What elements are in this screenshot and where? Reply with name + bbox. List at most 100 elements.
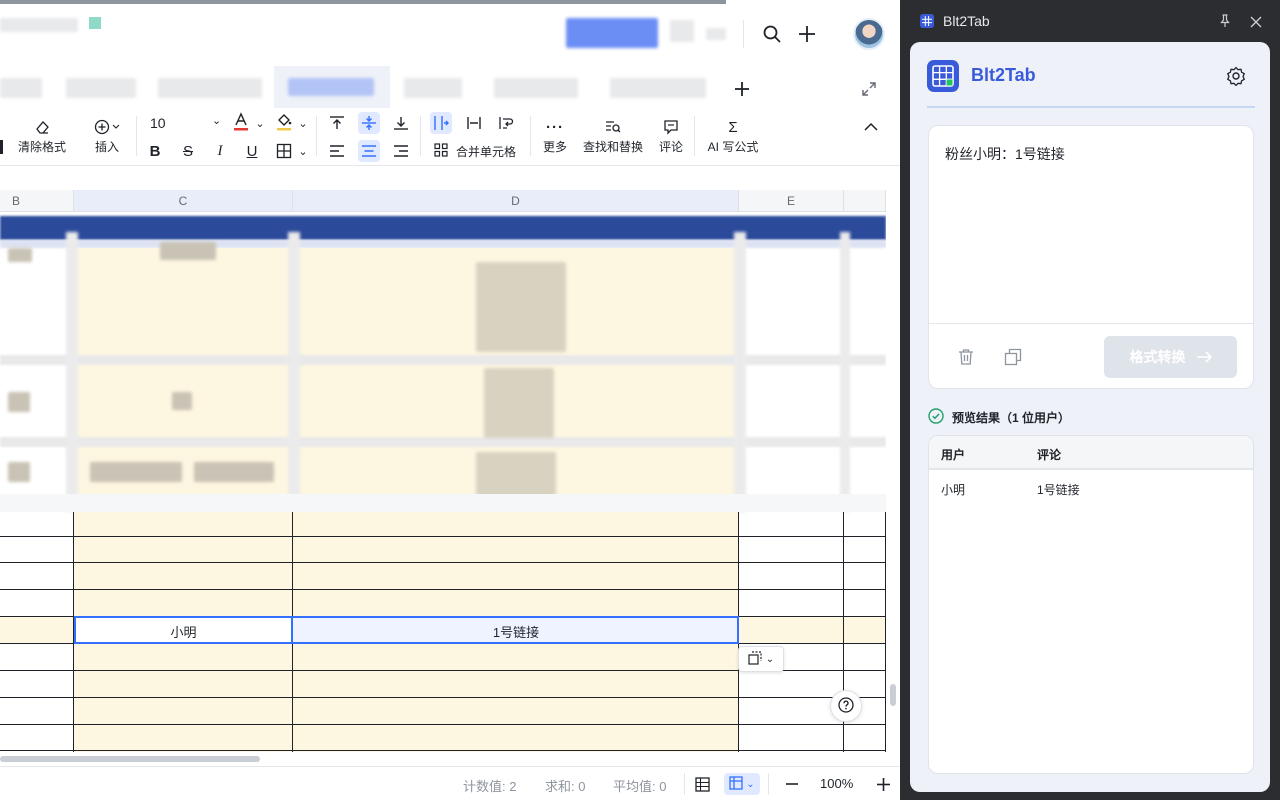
align-right-icon[interactable] <box>390 140 412 162</box>
convert-button[interactable]: 格式转换 <box>1104 336 1237 378</box>
trash-icon[interactable] <box>957 348 975 366</box>
extension-titlebar: Blt2Tab <box>900 0 1280 42</box>
sheet-tab-active[interactable] <box>274 66 390 108</box>
wrap-text-icon[interactable] <box>495 112 517 134</box>
italic-icon[interactable]: I <box>209 140 231 162</box>
column-header-f[interactable] <box>844 190 886 212</box>
spreadsheet-grid[interactable]: 小明 1号链接 ⌄ <box>0 212 886 752</box>
help-button[interactable] <box>830 690 862 722</box>
merge-cells-button[interactable]: 合并单元格 <box>434 143 516 160</box>
collapse-toolbar-icon[interactable] <box>862 118 880 136</box>
vertical-scrollbar[interactable] <box>890 684 896 706</box>
align-center-icon[interactable] <box>358 140 380 162</box>
blurred-cell <box>484 368 554 438</box>
chevron-down-icon[interactable]: ⌄ <box>249 112 271 134</box>
share-button-blurred[interactable] <box>566 18 658 48</box>
col-line <box>885 512 886 752</box>
sheet-tab[interactable] <box>494 78 578 98</box>
sheet-tab[interactable] <box>158 78 262 98</box>
divider <box>694 116 695 156</box>
find-replace-icon <box>605 116 621 138</box>
input-text: 粉丝小明：1号链接 <box>945 146 1065 162</box>
blurred-col-divider <box>840 232 850 512</box>
close-icon[interactable] <box>1250 15 1262 28</box>
merge-cells-icon <box>434 143 448 160</box>
sheet-tab[interactable] <box>66 78 136 98</box>
blurred-cell <box>90 462 182 482</box>
strikethrough-icon[interactable]: S <box>177 140 199 162</box>
top-action-blurred[interactable] <box>670 20 694 42</box>
bold-icon[interactable]: B <box>144 140 166 162</box>
find-replace-label: 查找和替换 <box>582 140 643 154</box>
extension-body: Blt2Tab 粉丝小明：1号链接 格式转换 预览结果（1 位用户） 用户 评论… <box>910 42 1270 792</box>
window-title: Blt2Tab <box>943 13 990 29</box>
table-row: 小明 1号链接 <box>929 472 1253 504</box>
row-line <box>0 697 886 698</box>
ai-formula-button[interactable]: Σ AI 写公式 <box>704 116 762 155</box>
pin-icon[interactable] <box>1218 14 1232 28</box>
blurred-cell <box>194 462 274 482</box>
cell-comment: 1号链接 <box>492 625 540 640</box>
align-middle-icon[interactable] <box>358 112 380 134</box>
comment-button[interactable]: 评论 <box>656 116 686 155</box>
paste-options-button[interactable]: ⌄ <box>738 646 784 672</box>
column-header-b[interactable]: B <box>0 190 74 212</box>
align-left-icon[interactable] <box>326 140 348 162</box>
sheet-tab[interactable] <box>404 78 462 98</box>
blurred-col-divider <box>288 232 300 512</box>
blurred-row-divider <box>0 437 886 447</box>
settings-icon[interactable] <box>1226 66 1246 87</box>
align-top-icon[interactable] <box>326 112 348 134</box>
zoom-level[interactable]: 100% <box>820 776 853 791</box>
add-sheet-icon[interactable] <box>731 78 753 100</box>
blurred-cell <box>8 392 30 412</box>
preview-label: 预览结果（1 位用户） <box>952 411 1071 425</box>
align-bottom-icon[interactable] <box>390 112 412 134</box>
add-icon[interactable] <box>795 22 819 46</box>
more-button[interactable]: ··· 更多 <box>540 116 570 155</box>
freeze-view-button[interactable]: ⌄ <box>724 773 760 795</box>
grid-view-icon[interactable] <box>693 775 711 793</box>
column-label: D <box>511 193 520 208</box>
status-sum: 求和: 0 <box>545 779 586 794</box>
column-header-c[interactable]: C <box>74 190 293 212</box>
sheet-tab[interactable] <box>0 78 42 98</box>
row-comment: 1号链接 <box>1037 483 1080 497</box>
toolbar-edge-marker <box>0 140 3 154</box>
freeze-column-icon[interactable] <box>430 112 452 134</box>
more-icon: ··· <box>546 118 564 136</box>
column-label: E <box>786 193 795 208</box>
column-header-d[interactable]: D <box>293 190 739 212</box>
divider <box>420 116 421 156</box>
horizontal-scrollbar[interactable] <box>0 756 260 762</box>
column-header-e[interactable]: E <box>739 190 844 212</box>
spreadsheet-app: 清除格式 插入 10 ⌄ ⌄ ⌄ B S I U ⌄ 合并单元格 ··· 更多 … <box>0 0 900 800</box>
comment-label: 评论 <box>658 140 683 154</box>
zoom-in-icon[interactable] <box>874 775 892 793</box>
chevron-down-icon[interactable]: ⌄ <box>292 112 314 134</box>
chevron-down-icon[interactable]: ⌄ <box>292 140 314 162</box>
expand-icon[interactable] <box>860 80 878 98</box>
chevron-down-icon: ⌄ <box>212 115 222 127</box>
font-size-value: 10 <box>150 115 166 131</box>
sheet-tab[interactable] <box>610 78 706 98</box>
blurred-cell <box>172 392 192 410</box>
zoom-out-icon[interactable] <box>783 775 801 793</box>
comment-icon <box>663 116 679 138</box>
header-band-shadow <box>0 240 886 248</box>
row-user: 小明 <box>941 483 966 497</box>
document-title-blurred <box>0 18 78 32</box>
font-size-select[interactable]: 10 ⌄ <box>150 115 224 135</box>
avatar[interactable] <box>853 18 885 50</box>
extension-panel: Blt2Tab Blt2Tab 粉丝小明：1号链接 格式转换 预览结果（1 位用… <box>900 0 1280 800</box>
clear-format-button[interactable]: 清除格式 <box>16 116 68 155</box>
table-header: 用户 评论 <box>929 436 1253 470</box>
copy-icon[interactable] <box>1004 348 1022 366</box>
top-action-blurred-2[interactable] <box>706 28 726 40</box>
column-width-icon[interactable] <box>463 112 485 134</box>
insert-button[interactable]: 插入 <box>88 116 126 155</box>
text-input-area[interactable]: 粉丝小明：1号链接 <box>929 126 1253 324</box>
search-icon[interactable] <box>760 22 784 46</box>
underline-icon[interactable]: U <box>241 140 263 162</box>
find-replace-button[interactable]: 查找和替换 <box>581 116 645 155</box>
